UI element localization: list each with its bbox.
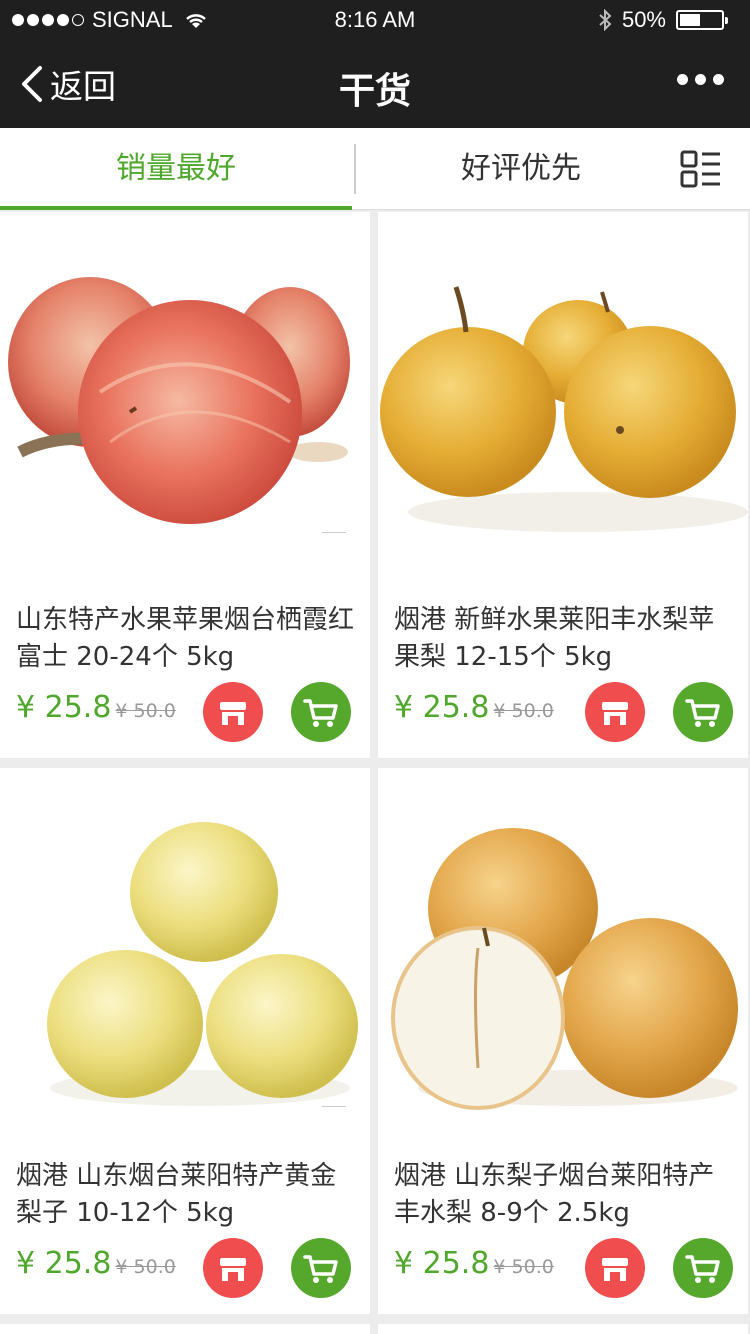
shop-button[interactable] <box>203 682 263 742</box>
price-row: ¥ 25.8 ¥ 50.0 <box>16 690 176 750</box>
tab-top-rated[interactable]: 好评优先 <box>356 128 686 210</box>
layout-toggle-icon[interactable] <box>680 150 722 190</box>
store-icon <box>220 702 246 725</box>
add-to-cart-button[interactable] <box>291 1238 351 1298</box>
product-title[interactable]: 烟港 山东梨子烟台莱阳特产丰水梨 8-9个 2.5kg <box>394 1158 736 1232</box>
price-row: ¥ 25.8 ¥ 50.0 <box>394 1246 554 1306</box>
sort-tab-bar: 销量最好 好评优先 <box>0 128 750 210</box>
price: ¥ 25.8 <box>16 1246 112 1281</box>
product-card[interactable]: 烟港 山东烟台莱阳特产黄金梨子 10-12个 5kg ¥ 25.8 ¥ 50.0 <box>0 768 370 1314</box>
product-title[interactable]: 山东特产水果苹果烟台栖霞红富士 20-24个 5kg <box>16 602 358 676</box>
shop-button[interactable] <box>585 682 645 742</box>
shop-button[interactable] <box>585 1238 645 1298</box>
cart-icon <box>303 699 338 727</box>
dot-icon <box>695 74 706 85</box>
original-price: ¥ 50.0 <box>115 1256 176 1278</box>
product-card-partial <box>0 1324 370 1334</box>
cart-icon <box>303 1255 338 1283</box>
product-card-partial <box>378 1324 748 1334</box>
tab-best-selling[interactable]: 销量最好 <box>0 128 352 210</box>
price-row: ¥ 25.8 ¥ 50.0 <box>16 1246 176 1306</box>
product-card[interactable]: 烟港 新鲜水果莱阳丰水梨苹果梨 12-15个 5kg ¥ 25.8 ¥ 50.0 <box>378 212 748 758</box>
cart-icon <box>685 1255 720 1283</box>
price: ¥ 25.8 <box>16 690 112 725</box>
shop-button[interactable] <box>203 1238 263 1298</box>
original-price: ¥ 50.0 <box>115 700 176 722</box>
price-row: ¥ 25.8 ¥ 50.0 <box>394 690 554 750</box>
price: ¥ 25.8 <box>394 690 490 725</box>
original-price: ¥ 50.0 <box>493 1256 554 1278</box>
product-image-red-apples[interactable] <box>0 212 370 582</box>
product-title[interactable]: 烟港 山东烟台莱阳特产黄金梨子 10-12个 5kg <box>16 1158 358 1232</box>
dot-icon <box>677 74 688 85</box>
image-mark <box>322 532 346 533</box>
add-to-cart-button[interactable] <box>291 682 351 742</box>
store-icon <box>602 702 628 725</box>
product-title[interactable]: 烟港 新鲜水果莱阳丰水梨苹果梨 12-15个 5kg <box>394 602 736 676</box>
status-right: 50% <box>598 7 728 33</box>
product-image-yellow-pears[interactable] <box>0 768 370 1138</box>
image-mark <box>322 1106 346 1107</box>
product-card[interactable]: 山东特产水果苹果烟台栖霞红富士 20-24个 5kg ¥ 25.8 ¥ 50.0 <box>0 212 370 758</box>
store-icon <box>602 1258 628 1281</box>
add-to-cart-button[interactable] <box>673 682 733 742</box>
nav-bar: 返回 干货 <box>0 40 750 128</box>
store-icon <box>220 1258 246 1281</box>
battery-percent: 50% <box>621 7 666 32</box>
page-title: 干货 <box>338 71 411 112</box>
cart-icon <box>685 699 720 727</box>
product-image-sliced-pears[interactable] <box>378 768 748 1138</box>
more-options-button[interactable] <box>677 74 724 85</box>
price: ¥ 25.8 <box>394 1246 490 1281</box>
add-to-cart-button[interactable] <box>673 1238 733 1298</box>
product-card[interactable]: 烟港 山东梨子烟台莱阳特产丰水梨 8-9个 2.5kg ¥ 25.8 ¥ 50.… <box>378 768 748 1314</box>
bluetooth-icon <box>599 9 612 31</box>
status-bar: SIGNAL 8:16 AM 50% <box>0 0 750 40</box>
product-image-golden-pears[interactable] <box>378 212 748 582</box>
battery-icon <box>676 10 728 30</box>
dot-icon <box>713 74 724 85</box>
original-price: ¥ 50.0 <box>493 700 554 722</box>
